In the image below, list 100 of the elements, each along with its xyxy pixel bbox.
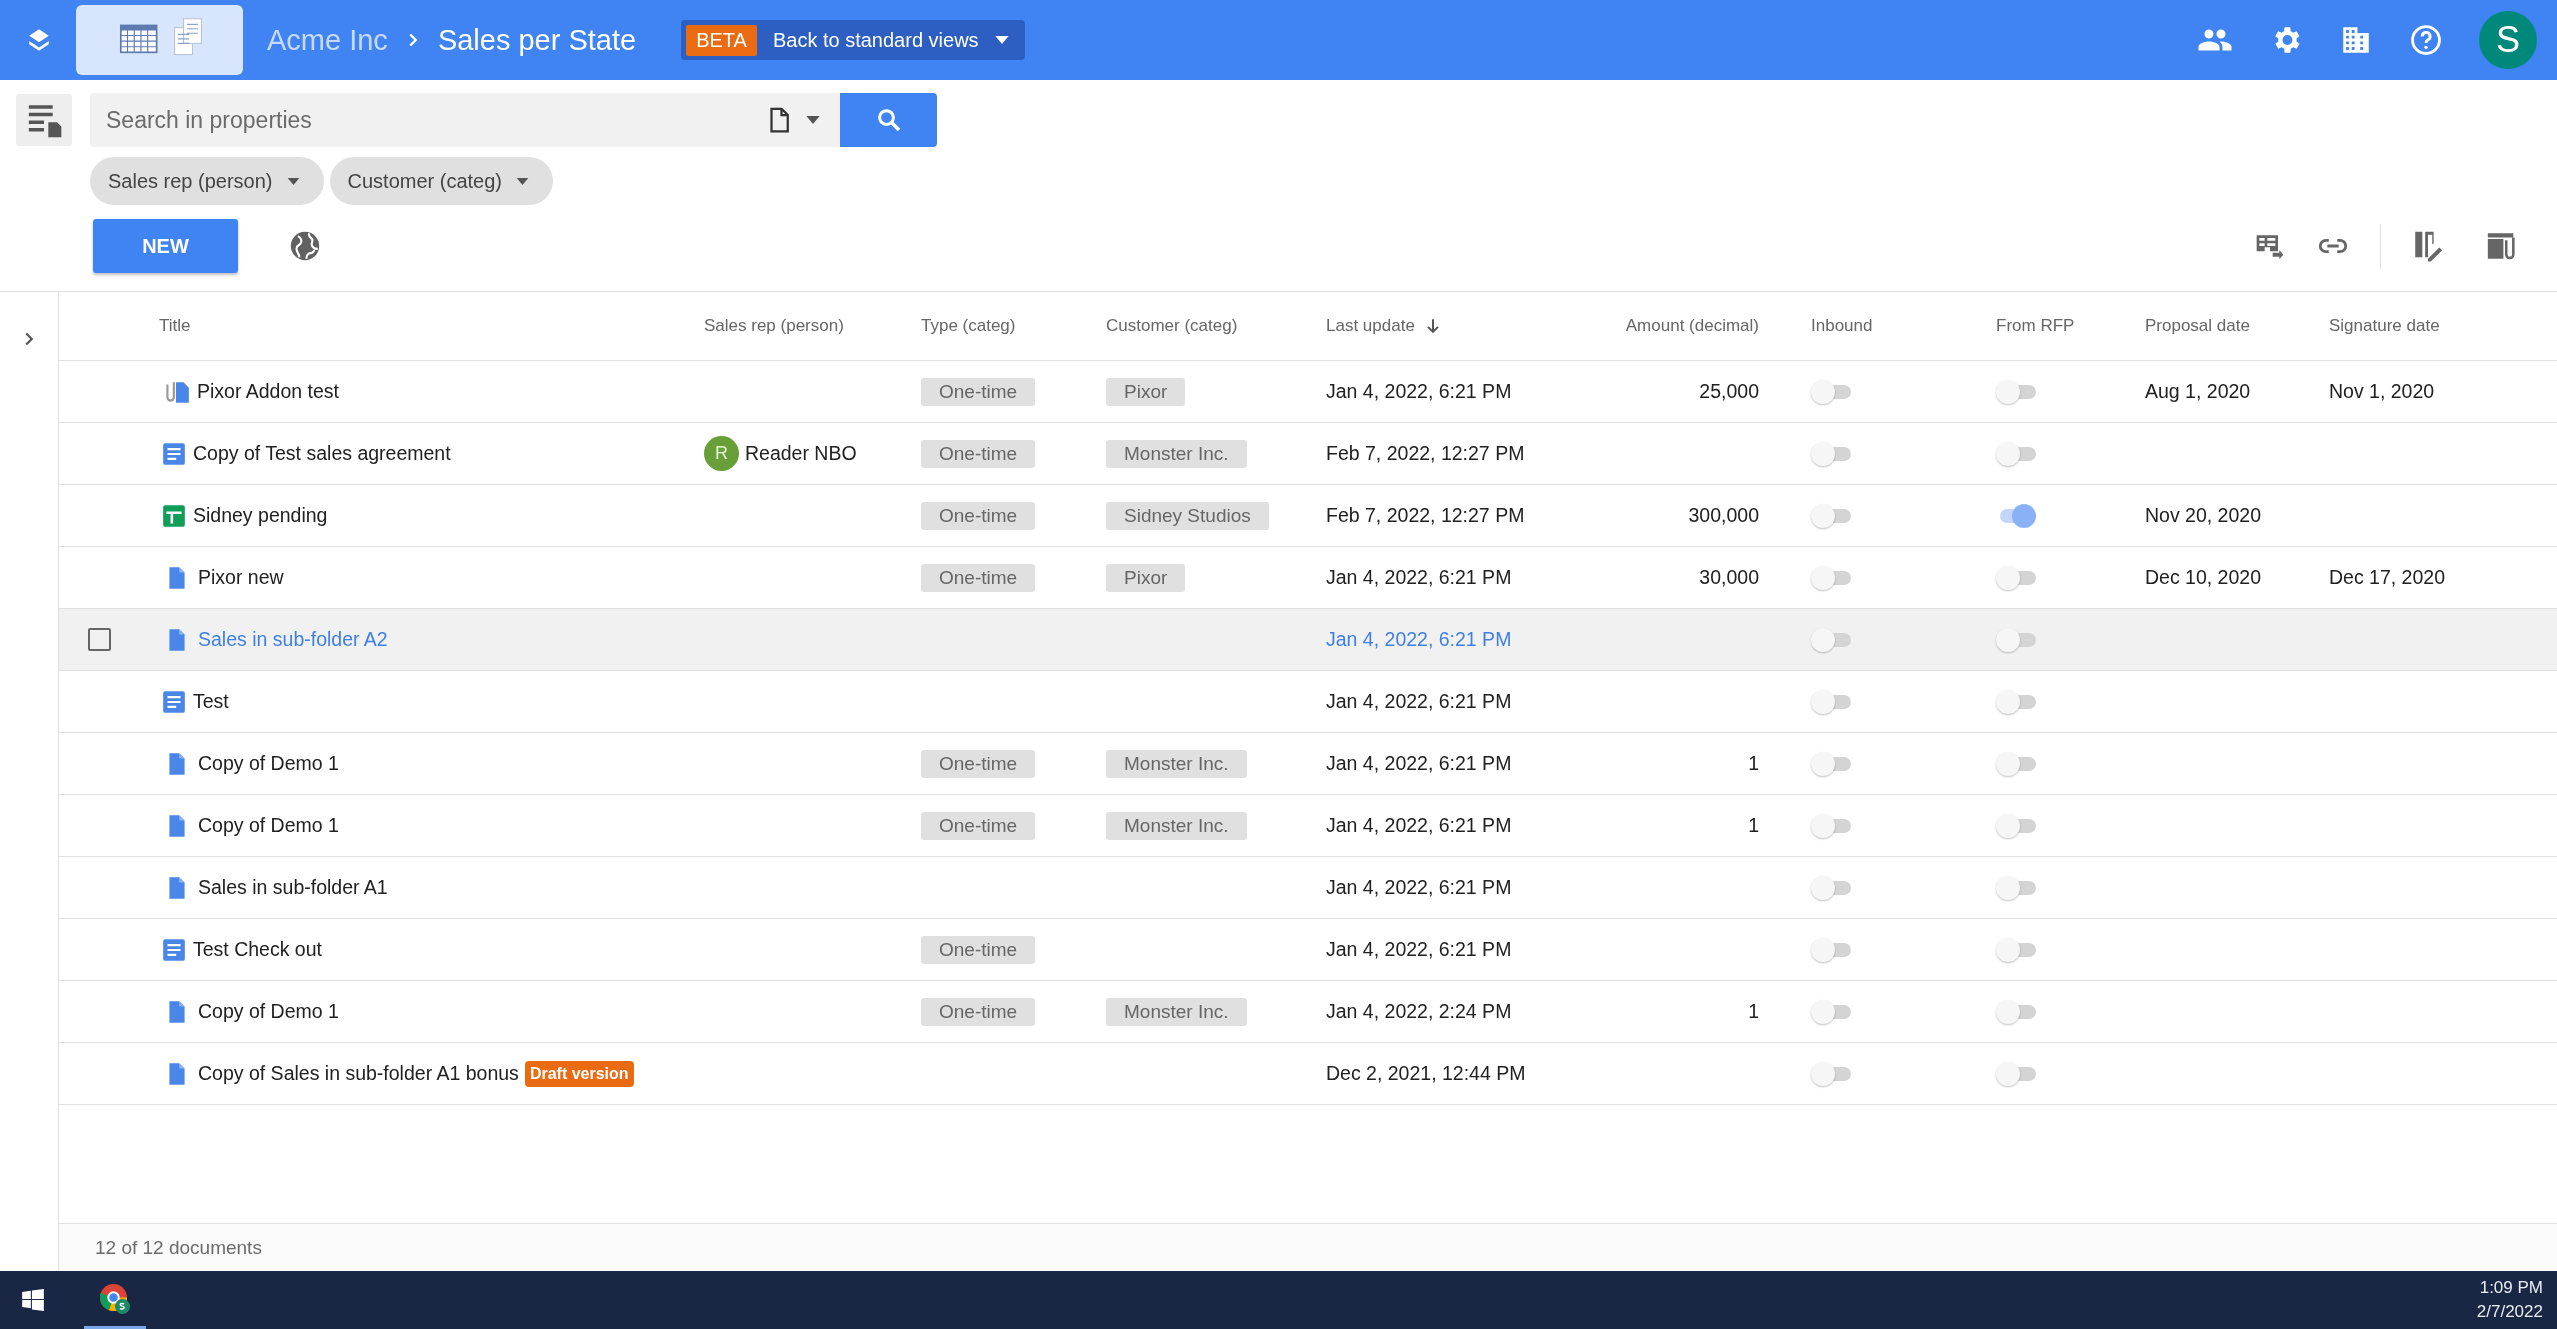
filter-chip[interactable]: Customer (categ) <box>329 157 554 205</box>
text-document-icon <box>161 440 187 467</box>
table-cell: Feb 7, 2022, 12:27 PM <box>1326 504 1525 526</box>
column-header[interactable]: Title <box>139 316 191 336</box>
column-header[interactable]: Customer (categ) <box>1089 316 1238 336</box>
table-cell: Jan 4, 2022, 6:21 PM <box>1326 628 1512 650</box>
toggle-switch[interactable] <box>1996 937 2036 962</box>
table-cell: Jan 4, 2022, 6:21 PM <box>1326 566 1512 588</box>
table-cell: Nov 1, 2020 <box>2329 380 2435 402</box>
document-title[interactable]: Pixor Addon test <box>197 380 339 403</box>
document-title[interactable]: Sales in sub-folder A1 <box>198 876 388 899</box>
table-cell: Jan 4, 2022, 6:21 PM <box>1326 752 1512 774</box>
toggle-switch[interactable] <box>1996 751 2036 776</box>
document-title[interactable]: Copy of Test sales agreement <box>193 442 451 465</box>
customer-tag: Monster Inc. <box>1106 439 1247 468</box>
type-tag: One-time <box>921 501 1036 530</box>
view-switch-label: Back to standard views <box>772 28 979 52</box>
customer-tag: Sidney Studios <box>1106 501 1269 530</box>
toggle-switch[interactable] <box>1996 875 2036 900</box>
toggle-switch[interactable] <box>1811 1061 1851 1086</box>
clock-date: 2/7/2022 <box>2476 1302 2543 1322</box>
toggle-switch[interactable] <box>1996 565 2036 590</box>
type-tag: One-time <box>921 811 1036 840</box>
list-doc-icon[interactable] <box>16 94 72 146</box>
spreadsheet-icon <box>161 502 187 529</box>
type-tag: One-time <box>921 439 1036 468</box>
customer-tag: Pixor <box>1106 563 1186 592</box>
document-title[interactable]: Sidney pending <box>193 504 328 527</box>
table-cell: Dec 10, 2020 <box>2145 566 2261 588</box>
text-document-icon <box>161 688 187 715</box>
table-cell: 1 <box>1748 1000 1759 1022</box>
caret-icon <box>994 36 1009 44</box>
document-title[interactable]: Sales in sub-folder A2 <box>198 628 388 651</box>
customer-tag: Monster Inc. <box>1106 997 1247 1026</box>
sales-rep-name: Reader NBO <box>745 442 857 465</box>
table-cell: Nov 20, 2020 <box>2145 504 2261 526</box>
person-avatar: R <box>704 436 739 471</box>
filter-chip[interactable]: Sales rep (person) <box>90 157 324 205</box>
table-cell: Feb 7, 2022, 12:27 PM <box>1326 442 1525 464</box>
page-title: Sales per State <box>437 23 637 57</box>
document-title[interactable]: Copy of Demo 1 <box>198 814 339 837</box>
toggle-switch[interactable] <box>1811 751 1851 776</box>
search-button[interactable] <box>840 93 937 147</box>
column-header[interactable]: Inbound <box>1776 316 1873 336</box>
toggle-switch[interactable] <box>1811 999 1851 1024</box>
table-cell: Dec 2, 2021, 12:44 PM <box>1326 1062 1526 1084</box>
user-avatar[interactable]: S <box>2479 11 2537 69</box>
column-header[interactable]: Type (categ) <box>904 316 1016 336</box>
toggle-switch[interactable] <box>1996 813 2036 838</box>
table-cell: 30,000 <box>1699 566 1759 588</box>
toggle-switch[interactable] <box>1811 937 1851 962</box>
column-header[interactable]: Last update <box>1326 316 1443 336</box>
draft-badge: Draft version <box>524 1060 634 1087</box>
table-cell: Aug 1, 2020 <box>2145 380 2251 402</box>
document-title[interactable]: Test Check out <box>193 938 322 961</box>
search-field[interactable]: Search in properties <box>90 93 754 147</box>
table-cell: Jan 4, 2022, 6:21 PM <box>1326 814 1512 836</box>
toggle-switch[interactable] <box>1811 689 1851 714</box>
row-checkbox[interactable] <box>87 628 111 651</box>
table-cell: Jan 4, 2022, 2:24 PM <box>1326 1000 1512 1022</box>
windows-start-icon[interactable] <box>20 1287 46 1313</box>
toggle-switch[interactable] <box>1811 627 1851 652</box>
file-type-dropdown[interactable] <box>754 93 840 147</box>
column-header[interactable]: Signature date <box>2329 316 2440 336</box>
app-thumbnail[interactable] <box>76 5 243 75</box>
view-switch-button[interactable]: BETA Back to standard views <box>681 20 1025 60</box>
toggle-switch[interactable] <box>1811 565 1851 590</box>
clock-time: 1:09 PM <box>2479 1278 2543 1298</box>
toggle-switch[interactable] <box>1996 1061 2036 1086</box>
document-title[interactable]: Copy of Demo 1 <box>198 752 339 775</box>
table-cell: Jan 4, 2022, 6:21 PM <box>1326 876 1512 898</box>
document-count: 12 of 12 documents <box>95 1236 262 1259</box>
toggle-switch[interactable] <box>1811 379 1851 404</box>
toggle-switch[interactable] <box>1996 689 2036 714</box>
type-tag: One-time <box>921 997 1036 1026</box>
document-title[interactable]: Pixor new <box>198 566 284 589</box>
document-title[interactable]: Copy of Sales in sub-folder A1 bonus <box>198 1062 519 1085</box>
column-header[interactable]: From RFP <box>1961 316 2075 336</box>
toggle-switch[interactable] <box>1996 627 2036 652</box>
help-icon[interactable] <box>2409 23 2443 57</box>
column-header[interactable]: Sales rep (person) <box>704 316 844 336</box>
toggle-switch[interactable] <box>1811 503 1851 528</box>
toggle-switch[interactable] <box>1811 813 1851 838</box>
toggle-switch[interactable] <box>1996 379 2036 404</box>
column-header[interactable]: Amount (decimal) <box>1625 316 1776 336</box>
document-title[interactable]: Test <box>193 690 229 713</box>
new-button[interactable]: NEW <box>93 219 238 273</box>
table-cell: Dec 17, 2020 <box>2329 566 2445 588</box>
toggle-switch[interactable] <box>1811 875 1851 900</box>
table-cell: Jan 4, 2022, 6:21 PM <box>1326 938 1512 960</box>
globe-icon[interactable] <box>288 229 322 263</box>
document-title[interactable]: Copy of Demo 1 <box>198 1000 339 1023</box>
toggle-switch[interactable] <box>1996 441 2036 466</box>
toggle-switch[interactable] <box>1811 441 1851 466</box>
caret-icon[interactable] <box>806 116 820 124</box>
toggle-switch[interactable] <box>1996 999 2036 1024</box>
column-header[interactable]: Proposal date <box>2145 316 2250 336</box>
table-cell: Jan 4, 2022, 6:21 PM <box>1326 380 1512 402</box>
type-tag: One-time <box>921 377 1036 406</box>
table-cell: 1 <box>1748 814 1759 836</box>
